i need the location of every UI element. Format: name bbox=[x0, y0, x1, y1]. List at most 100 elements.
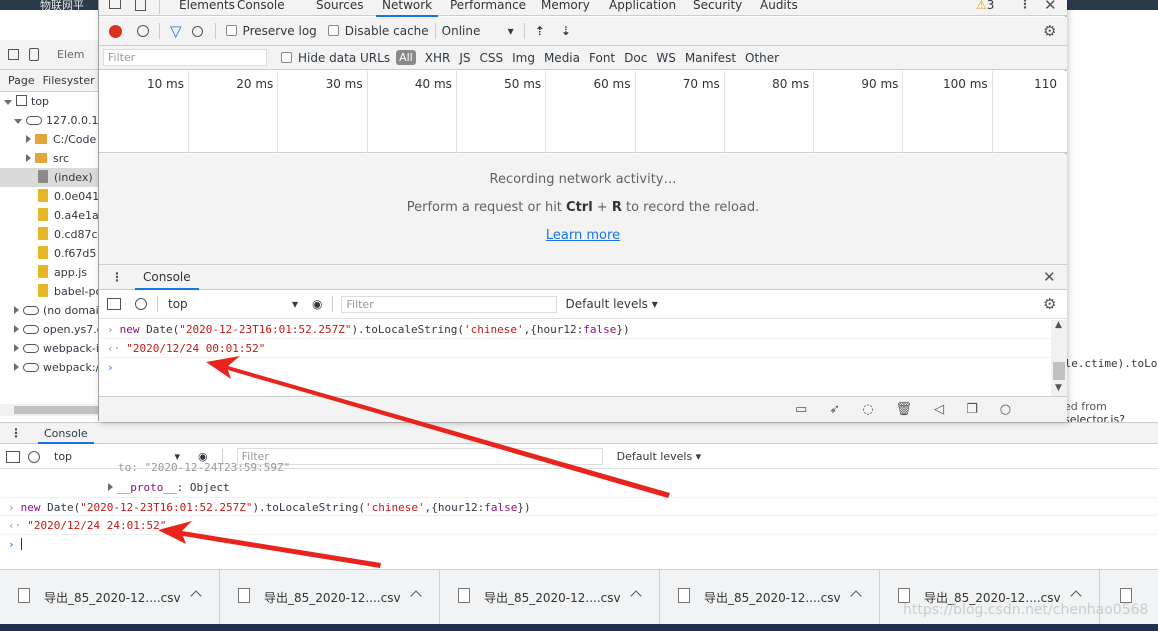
expanded-arrow-icon[interactable] bbox=[4, 100, 12, 105]
collapsed-arrow-icon[interactable] bbox=[14, 344, 19, 352]
layers-icon[interactable]: ❐ bbox=[966, 402, 978, 417]
filter-icon[interactable]: ▽ bbox=[170, 22, 182, 40]
type-filter-js[interactable]: JS bbox=[459, 51, 470, 65]
collapsed-arrow-icon[interactable] bbox=[14, 325, 19, 333]
preserve-log-checkbox[interactable]: Preserve log bbox=[225, 24, 317, 38]
sidebar-toggle-icon[interactable] bbox=[107, 298, 121, 310]
collapsed-arrow-icon[interactable] bbox=[26, 154, 31, 162]
tab-network[interactable]: Network bbox=[375, 0, 439, 17]
context-selector[interactable]: top ▾ bbox=[168, 297, 298, 311]
tree-item[interactable]: src bbox=[0, 149, 98, 168]
type-filter-doc[interactable]: Doc bbox=[624, 51, 647, 65]
download-item[interactable]: 导出_85_2020-12....csv bbox=[220, 570, 440, 625]
throttling-select[interactable]: Online ▾ bbox=[442, 24, 514, 38]
eye-icon[interactable]: ◉ bbox=[312, 297, 322, 311]
tree-item[interactable]: 0.a4e1a bbox=[0, 206, 98, 225]
tree-item[interactable]: (index) bbox=[0, 168, 98, 187]
type-filter-media[interactable]: Media bbox=[544, 51, 580, 65]
tab-console[interactable]: Console bbox=[237, 0, 285, 12]
clear-console-icon[interactable] bbox=[135, 298, 147, 310]
tree-item[interactable]: 0.cd87c bbox=[0, 225, 98, 244]
download-item[interactable]: 导出_85_2020-12....csv bbox=[440, 570, 660, 625]
disable-cache-checkbox[interactable]: Disable cache bbox=[327, 24, 429, 38]
tab-audits[interactable]: Audits bbox=[760, 0, 798, 12]
chevron-up-icon[interactable] bbox=[850, 590, 862, 602]
tree-item[interactable]: 0.0e041 bbox=[0, 187, 98, 206]
network-filter-input[interactable]: Filter bbox=[103, 49, 267, 66]
tree-item[interactable]: open.ys7.c bbox=[0, 320, 98, 339]
collapsed-arrow-icon[interactable] bbox=[14, 363, 19, 371]
collapsed-arrow-icon[interactable] bbox=[26, 135, 31, 143]
horizontal-scrollbar[interactable] bbox=[0, 404, 98, 416]
download-item[interactable]: 导出_85_2020-12....csv bbox=[0, 570, 220, 625]
learn-more-link[interactable]: Learn more bbox=[546, 228, 620, 243]
download-item[interactable]: 导出_85_2020-12....csv bbox=[660, 570, 880, 625]
trash-icon[interactable]: 🗑 bbox=[896, 402, 913, 417]
search-icon[interactable]: ○ bbox=[1000, 402, 1011, 417]
console-filter-input[interactable]: Filter bbox=[341, 295, 558, 313]
tree-item[interactable]: webpack:/ bbox=[0, 358, 98, 377]
close-icon[interactable]: ✕ bbox=[1044, 0, 1057, 14]
type-filter-other[interactable]: Other bbox=[745, 51, 779, 65]
scroll-up-icon[interactable]: ▲ bbox=[1055, 320, 1062, 330]
record-button-icon[interactable] bbox=[109, 24, 122, 38]
type-filter-img[interactable]: Img bbox=[512, 51, 535, 65]
tab-application[interactable]: Application bbox=[609, 0, 676, 12]
collapsed-arrow-icon[interactable] bbox=[14, 306, 19, 314]
console-line-proto[interactable]: __proto__: Object bbox=[0, 478, 1158, 497]
tree-item[interactable]: 127.0.0.1:8 bbox=[0, 111, 98, 130]
network-settings-gear-icon[interactable]: ⚙ bbox=[1043, 22, 1056, 40]
tab-elements-partial[interactable]: Elem bbox=[57, 48, 85, 61]
type-filter-font[interactable]: Font bbox=[589, 51, 615, 65]
console-vertical-scrollbar[interactable]: ▲ ▼ bbox=[1051, 320, 1067, 396]
subtab-page[interactable]: Page bbox=[8, 74, 35, 87]
console-settings-gear-icon[interactable]: ⚙ bbox=[1043, 295, 1056, 313]
tree-item[interactable]: babel-po bbox=[0, 282, 98, 301]
chevron-up-icon[interactable] bbox=[1070, 590, 1082, 602]
screenshot-icon[interactable]: ▭ bbox=[795, 402, 807, 417]
subtab-filesystem[interactable]: Filesyster bbox=[43, 74, 95, 87]
console-prompt[interactable]: › bbox=[0, 535, 1158, 554]
drawer-close-icon[interactable]: ✕ bbox=[1043, 268, 1056, 286]
scroll-down-icon[interactable]: ▼ bbox=[1055, 383, 1062, 393]
tree-item[interactable]: app.js bbox=[0, 263, 98, 282]
drawer-menu-icon[interactable]: ⋮ bbox=[111, 270, 123, 284]
console-prompt[interactable]: › bbox=[99, 358, 1051, 377]
sensors-icon[interactable]: ◌ bbox=[862, 402, 873, 417]
warning-badge[interactable]: ⚠3 bbox=[976, 0, 994, 12]
import-har-icon[interactable]: ⇡ bbox=[535, 24, 545, 38]
audio-icon[interactable]: ◁ bbox=[934, 402, 944, 417]
drawer-menu-icon[interactable]: ⋮ bbox=[10, 426, 22, 440]
tab-elements[interactable]: Elements bbox=[179, 0, 235, 12]
tree-item[interactable]: webpack-i bbox=[0, 339, 98, 358]
scrollbar-thumb[interactable] bbox=[14, 406, 98, 414]
tab-performance[interactable]: Performance bbox=[450, 0, 526, 12]
device-toolbar-icon[interactable] bbox=[29, 48, 39, 61]
inspect-icon[interactable] bbox=[109, 0, 121, 9]
expanded-arrow-icon[interactable] bbox=[14, 119, 22, 124]
chevron-up-icon[interactable] bbox=[410, 590, 422, 602]
hide-data-urls-checkbox[interactable]: Hide data URLs bbox=[281, 51, 390, 65]
tab-sources[interactable]: Sources bbox=[316, 0, 363, 12]
chevron-up-icon[interactable] bbox=[630, 590, 642, 602]
type-filter-manifest[interactable]: Manifest bbox=[685, 51, 736, 65]
type-filter-all[interactable]: All bbox=[396, 50, 416, 65]
chevron-up-icon[interactable] bbox=[190, 590, 202, 602]
drawer-console-tab[interactable]: Console bbox=[135, 265, 199, 290]
rocket-icon[interactable]: ➶ bbox=[829, 402, 840, 417]
tab-memory[interactable]: Memory bbox=[541, 0, 590, 12]
clear-icon[interactable] bbox=[137, 25, 149, 37]
expand-icon[interactable] bbox=[108, 483, 113, 491]
tree-item[interactable]: 0.f67d5 bbox=[0, 244, 98, 263]
search-icon[interactable] bbox=[191, 25, 203, 37]
device-toolbar-icon[interactable] bbox=[135, 0, 146, 11]
type-filter-ws[interactable]: WS bbox=[656, 51, 675, 65]
bg-console-tab[interactable]: Console bbox=[38, 423, 94, 444]
scrollbar-thumb[interactable] bbox=[1053, 362, 1065, 380]
tree-item[interactable]: top bbox=[0, 92, 98, 111]
tree-item[interactable]: C:/Code bbox=[0, 130, 98, 149]
network-overview-timeline[interactable]: 10 ms 20 ms 30 ms 40 ms 50 ms 60 ms 70 ms 80 ms… bbox=[99, 71, 1067, 153]
type-filter-css[interactable]: CSS bbox=[479, 51, 503, 65]
type-filter-xhr[interactable]: XHR bbox=[425, 51, 451, 65]
tree-item[interactable]: (no domai bbox=[0, 301, 98, 320]
